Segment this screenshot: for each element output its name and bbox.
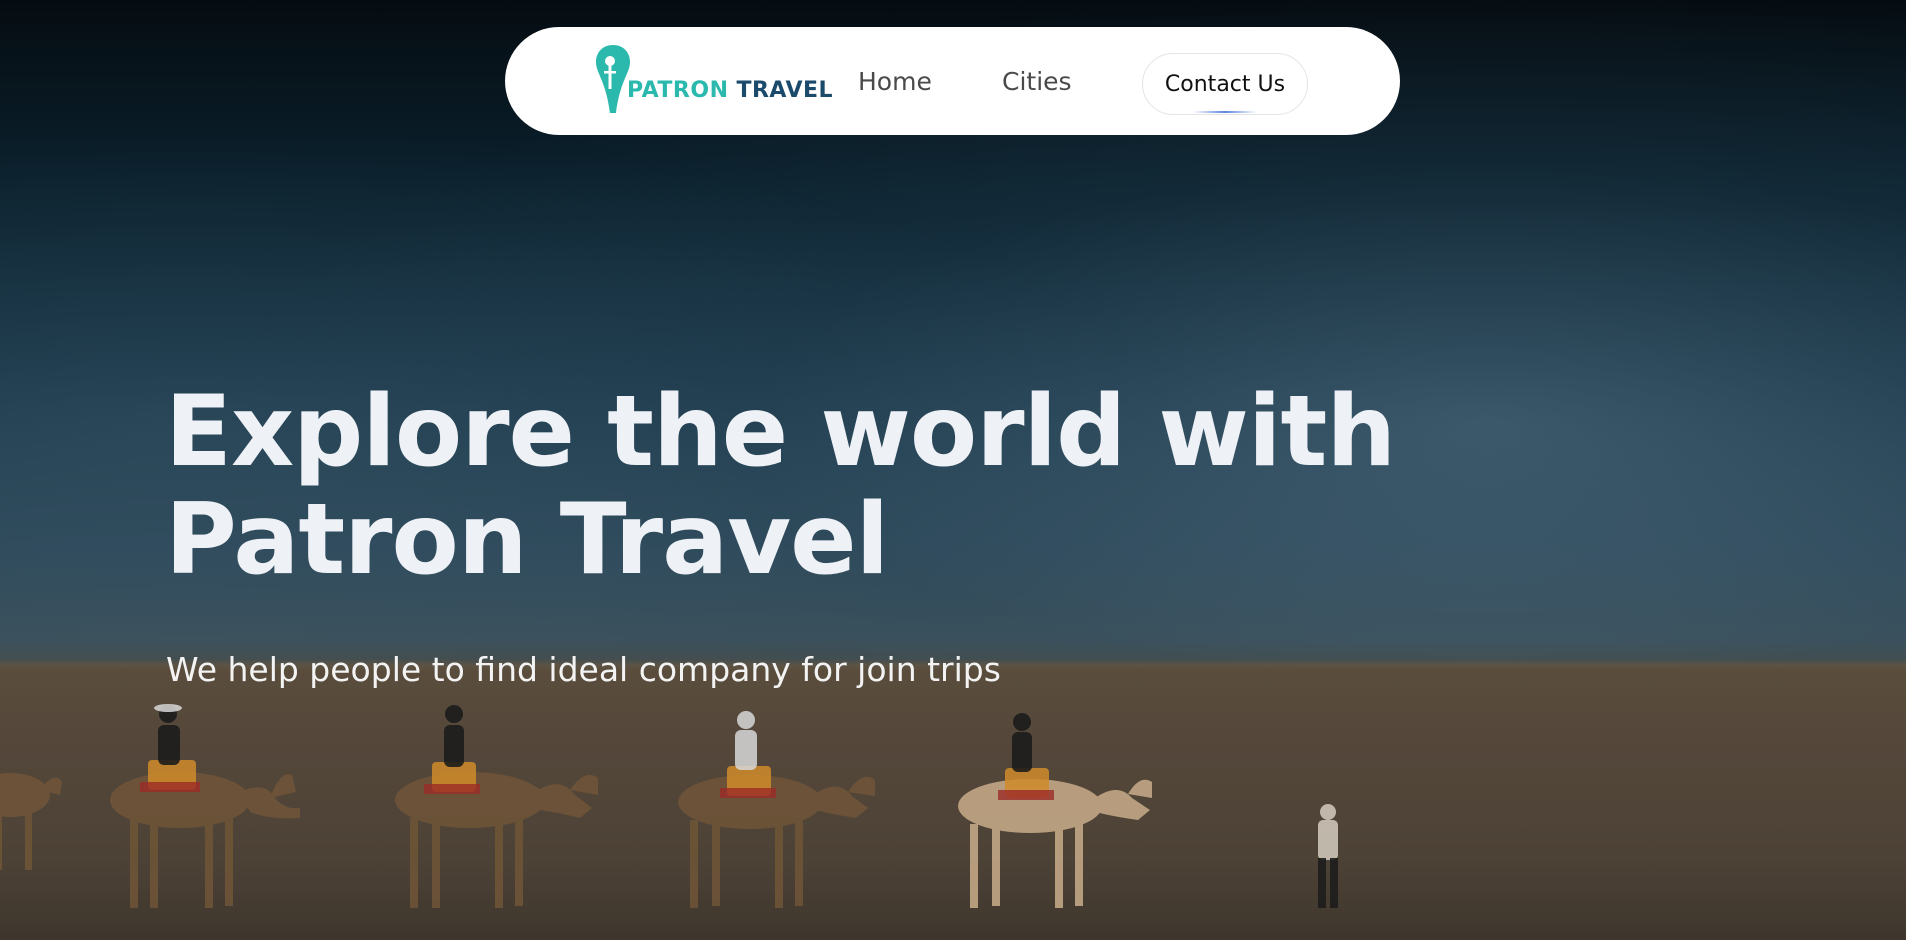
hero-headline: Explore the world with Patron Travel <box>165 375 1396 597</box>
hero-headline-line-1: Explore the world with <box>165 375 1396 489</box>
nav-link-cities[interactable]: Cities <box>1002 67 1072 96</box>
hero-subheadline: We help people to find ideal company for… <box>166 650 1001 689</box>
hero-headline-line-2: Patron Travel <box>165 483 889 597</box>
brand-word-2: TRAVEL <box>736 78 834 103</box>
nav-link-home[interactable]: Home <box>858 67 932 96</box>
brand-name: PATRON TRAVEL <box>627 78 833 103</box>
navbar: PATRON TRAVEL Home Cities Contact Us <box>505 27 1400 135</box>
contact-us-label: Contact Us <box>1164 71 1286 97</box>
hero-section: PATRON TRAVEL Home Cities Contact Us Expl… <box>0 0 1906 940</box>
brand-logo[interactable]: PATRON TRAVEL <box>593 41 833 115</box>
brand-word-1: PATRON <box>627 78 729 103</box>
camel-caravan-image <box>0 704 1338 908</box>
contact-us-button[interactable]: Contact Us <box>1142 53 1308 115</box>
